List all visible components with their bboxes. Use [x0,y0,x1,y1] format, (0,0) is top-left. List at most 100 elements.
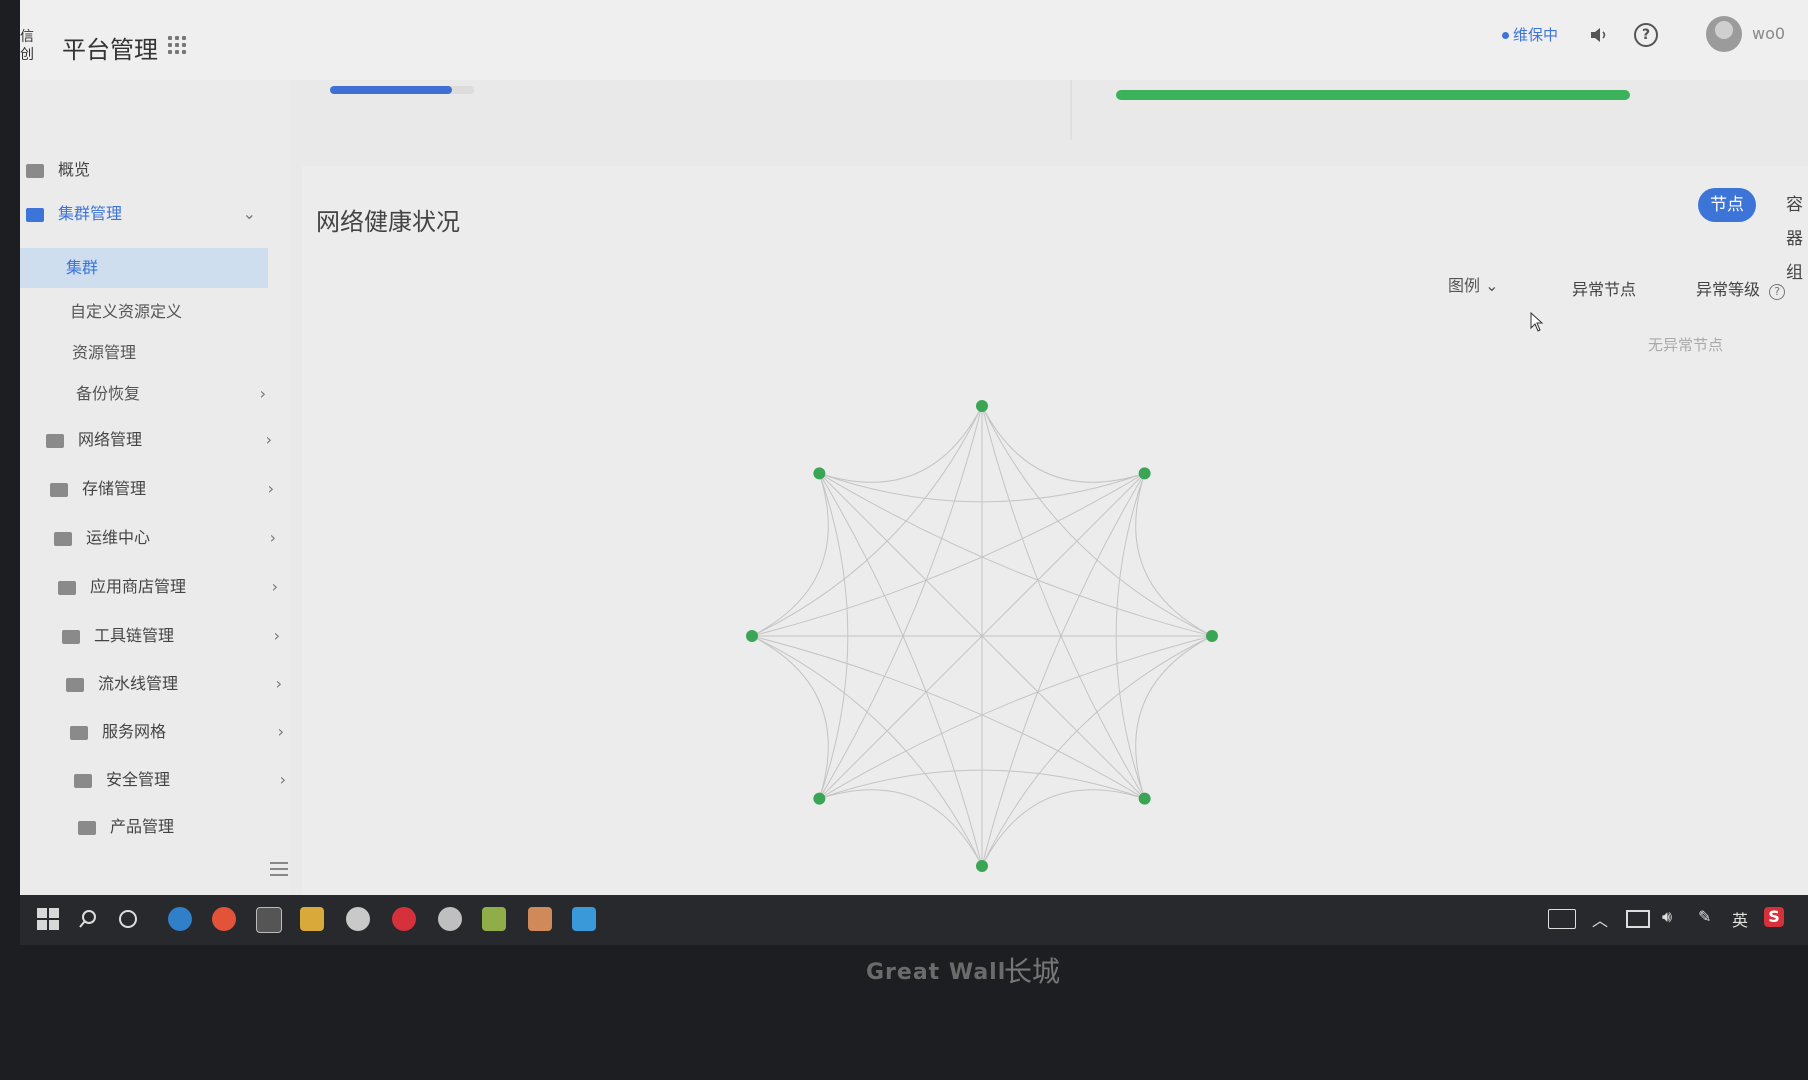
graph-node[interactable] [813,792,826,805]
maintenance-status-badge[interactable]: 维保中 [1496,24,1564,46]
sidebar-item-label: 存储管理 [82,479,147,498]
abnormal-level-header: 异常等级 ? [1696,276,1786,300]
volume-icon[interactable]: 🔊︎ [1662,907,1672,927]
chevron-right-icon: › [271,577,278,596]
app-icon[interactable] [346,907,370,931]
windows-start-icon[interactable] [36,907,60,931]
graph-edge [751,635,829,799]
chevron-down-icon: ⌄ [242,204,256,223]
chevron-down-icon: ⌄ [1485,276,1499,295]
username[interactable]: wo0 [1752,24,1785,43]
sidebar: 概览 集群管理 ⌄ 集群 自定义资源定义 资源管理 备份恢复 › 网络管理 › … [20,80,290,895]
chevron-right-icon: › [265,430,272,449]
sidebar-item-cluster-management[interactable]: 集群管理 ⌄ [26,194,256,234]
mini-progress-fill [330,86,453,94]
graph-edge [819,635,1213,800]
sogou-ime-icon[interactable]: S [1764,907,1784,927]
search-icon[interactable] [76,907,100,931]
chevron-right-icon: › [259,384,266,403]
graph-edge [818,405,983,799]
legend-label: 图例 [1448,276,1481,295]
speaker-icon[interactable] [1588,24,1610,46]
graph-node[interactable] [746,630,758,642]
sidebar-item-storage-management[interactable]: 存储管理 › [50,469,274,509]
chevron-right-icon: › [275,674,282,693]
graph-edge [981,789,1145,867]
panel-title: 网络健康状况 [316,208,460,236]
status-dot-icon [1502,32,1509,39]
graph-node[interactable] [1206,630,1218,642]
sidebar-subitem-backup-restore[interactable]: 备份恢复 › [76,374,266,414]
grid-icon[interactable] [168,36,188,56]
store-icon [58,580,76,595]
graph-edge [751,473,829,637]
toggle-nodes[interactable]: 节点 [1698,188,1756,222]
sidebar-item-pipeline-management[interactable]: 流水线管理 › [66,664,282,704]
box-icon [78,820,96,835]
sidebar-collapse-icon[interactable] [270,862,288,876]
pen-icon[interactable]: ✎ [1698,907,1711,926]
edge-browser-icon[interactable] [168,907,192,931]
sidebar-item-security-management[interactable]: 安全管理 › [74,760,286,800]
ime-indicator[interactable]: 英 [1732,907,1748,931]
network-health-panel: 网络健康状况 节点 容器组 图例 ⌄ 异常节点 异常等级 ? 无异常节点 [302,166,1808,895]
graph-edge [751,635,1145,800]
avatar[interactable] [1706,16,1742,52]
network-icon[interactable] [1626,910,1650,928]
graph-edge [1135,473,1213,637]
bezel-brand-logo: Great Wall [866,960,1007,985]
graph-edge [981,473,1146,867]
sidebar-item-label: 集群管理 [58,204,123,223]
sidebar-item-overview[interactable]: 概览 [26,150,256,190]
sidebar-item-product-management[interactable]: 产品管理 [78,807,278,847]
graph-edge [981,405,1146,799]
chevron-right-icon: › [273,626,280,645]
pycharm-icon[interactable] [256,907,282,933]
graph-node[interactable] [1138,792,1151,805]
sidebar-item-network-management[interactable]: 网络管理 › [46,420,272,460]
graph-edge [819,472,1213,637]
chevron-right-icon: › [267,479,274,498]
sidebar-item-label: 网络管理 [78,430,143,449]
keyboard-icon[interactable] [1548,909,1576,929]
app-icon[interactable] [572,907,596,931]
sidebar-item-app-store-management[interactable]: 应用商店管理 › [58,567,278,607]
mesh-icon [70,725,88,740]
top-bar: 信创 平台管理 维保中 ? wo0 [20,0,1808,140]
graph-node[interactable] [976,860,988,872]
notepad-icon[interactable] [482,907,506,931]
sidebar-item-toolchain-management[interactable]: 工具链管理 › [62,616,280,656]
toggle-pods[interactable]: 容器组 [1774,188,1808,283]
abnormal-level-label: 异常等级 [1696,280,1761,299]
chevron-up-icon[interactable]: ︿ [1592,907,1608,931]
sidebar-item-label: 运维中心 [86,528,151,547]
help-icon[interactable]: ? [1634,23,1658,47]
cortana-icon[interactable] [116,907,140,931]
graph-node[interactable] [1138,467,1151,480]
file-explorer-icon[interactable] [300,907,324,931]
pipeline-icon [66,677,84,692]
database-icon [50,482,68,497]
legend-dropdown[interactable]: 图例 ⌄ [1448,272,1499,296]
windows-taskbar: ︿ 🔊︎ ✎ 英 S [20,895,1808,945]
bezel-brand-mark: 长城 [1004,955,1061,988]
sidebar-item-label: 服务网格 [102,722,167,741]
sidebar-subitem-crd[interactable]: 自定义资源定义 [70,292,270,332]
sidebar-subitem-cluster[interactable]: 集群 [20,248,268,288]
tools-icon [62,629,80,644]
cluster-icon [26,207,44,222]
sidebar-subitem-resource-management[interactable]: 资源管理 [72,333,272,373]
sidebar-item-label: 流水线管理 [98,674,179,693]
app-icon[interactable] [392,907,416,931]
help-icon[interactable]: ? [1769,284,1786,300]
app-icon[interactable] [438,907,462,931]
browser-icon[interactable] [212,907,236,931]
graph-node[interactable] [976,400,988,412]
sidebar-item-label: 应用商店管理 [90,577,187,596]
app-logo[interactable]: 信创 [20,28,42,64]
cluster-mini-progress-bar [330,86,474,94]
sidebar-item-ops-center[interactable]: 运维中心 › [54,518,276,558]
app-icon[interactable] [528,907,552,931]
graph-node[interactable] [813,467,826,480]
sidebar-item-service-mesh[interactable]: 服务网格 › [70,712,284,752]
